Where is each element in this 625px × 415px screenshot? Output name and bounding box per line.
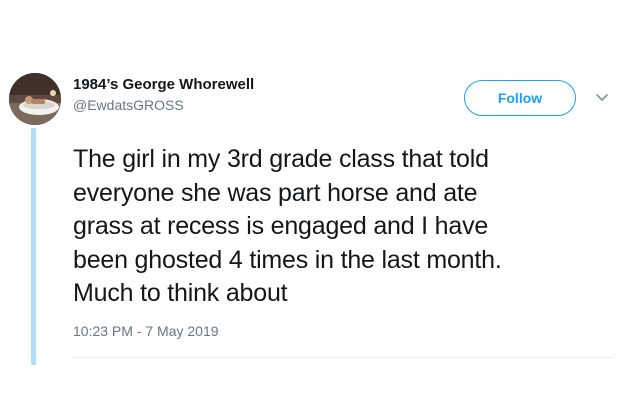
tweet-text-line: The girl in my 3rd grade class that told (73, 145, 489, 173)
tweet-card: 1984’s George Whorewell @EwdatsGROSS Fol… (0, 0, 625, 415)
follow-button[interactable]: Follow (464, 80, 576, 116)
tweet-text-line: been ghosted 4 times in the last month. (73, 245, 502, 274)
avatar[interactable] (9, 73, 61, 125)
tweet-text-line: grass at recess is engaged and I have (73, 212, 489, 240)
thread-line (31, 128, 36, 365)
chevron-down-icon[interactable] (594, 92, 610, 104)
tweet-timestamp[interactable]: 10:23 PM - 7 May 2019 (73, 323, 219, 339)
author-handle[interactable]: @EwdatsGROSS (73, 97, 184, 113)
tweet-text-line: everyone she was part horse and ate (73, 178, 478, 207)
tweet-text-line: Much to think about (73, 279, 288, 307)
tweet-text: The girl in my 3rd grade class that told… (73, 143, 618, 311)
divider (73, 357, 613, 358)
author-display-name[interactable]: 1984’s George Whorewell (73, 76, 254, 93)
profile-photo-icon (9, 73, 61, 125)
